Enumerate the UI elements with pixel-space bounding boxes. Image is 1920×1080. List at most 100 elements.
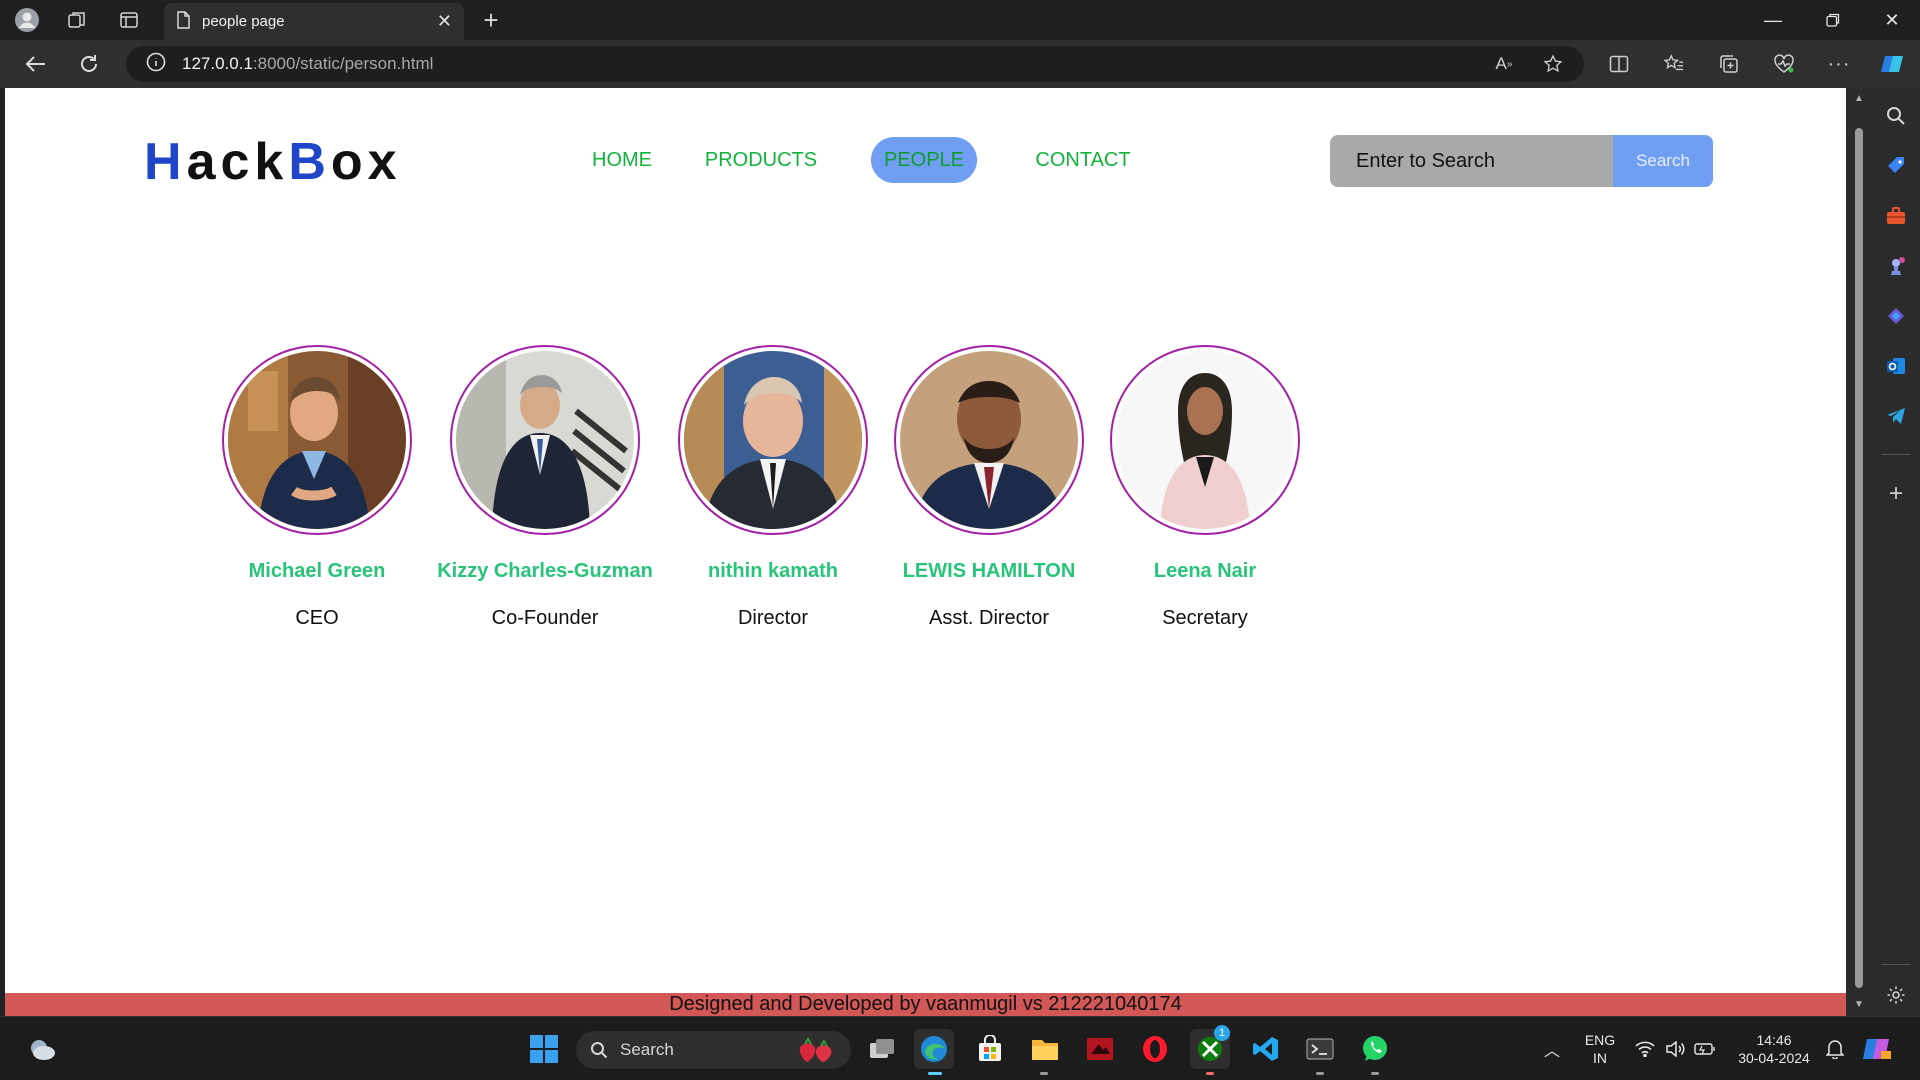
sidebar-divider bbox=[1882, 454, 1910, 455]
taskbar-search-label: Search bbox=[620, 1040, 674, 1059]
browser-tab-bar: people page ✕ + — ✕ bbox=[0, 0, 1920, 40]
person-photo bbox=[1116, 351, 1294, 529]
read-aloud-icon[interactable]: A» bbox=[1487, 46, 1521, 82]
weather-widget-icon[interactable] bbox=[22, 1029, 62, 1069]
refresh-icon[interactable] bbox=[72, 48, 106, 80]
start-windows-icon[interactable] bbox=[524, 1029, 564, 1069]
address-bar[interactable]: 127.0.0.1:8000/static/person.html bbox=[126, 46, 1584, 82]
person-name: LEWIS HAMILTON bbox=[902, 560, 1076, 582]
new-tab-icon[interactable]: + bbox=[476, 5, 506, 35]
person-role: Secretary bbox=[1162, 607, 1248, 629]
language-indicator[interactable]: ENG IN bbox=[1578, 1031, 1622, 1067]
person-role: CEO bbox=[295, 607, 339, 629]
page-scrollbar[interactable]: ▲ ▼ bbox=[1846, 88, 1872, 1016]
person-card: Leena Nair Secretary bbox=[1090, 345, 1320, 630]
person-card: Michael Green CEO bbox=[202, 345, 432, 630]
workspaces-icon[interactable] bbox=[62, 6, 92, 34]
scroll-thumb[interactable] bbox=[1855, 128, 1863, 988]
whatsapp-icon[interactable] bbox=[1355, 1029, 1395, 1075]
file-explorer-icon[interactable] bbox=[1025, 1029, 1065, 1075]
avatar-ring bbox=[678, 345, 868, 535]
telegram-send-icon[interactable] bbox=[1882, 402, 1910, 430]
clock[interactable]: 14:46 30-04-2024 bbox=[1734, 1031, 1814, 1067]
games-chess-icon[interactable] bbox=[1882, 252, 1910, 280]
person-photo bbox=[228, 351, 406, 529]
nav-home[interactable]: HOME bbox=[575, 137, 669, 183]
tools-briefcase-icon[interactable] bbox=[1882, 202, 1910, 230]
close-window-icon[interactable]: ✕ bbox=[1864, 0, 1920, 40]
person-card: LEWIS HAMILTON Asst. Director bbox=[874, 345, 1104, 630]
windows-taskbar: Search 1 ︿ ENG IN 14:46 30-04-2024 bbox=[0, 1016, 1920, 1080]
wifi-icon[interactable] bbox=[1630, 1029, 1660, 1069]
search-input[interactable] bbox=[1330, 135, 1613, 187]
back-arrow-icon[interactable] bbox=[18, 48, 52, 80]
close-tab-icon[interactable]: ✕ bbox=[437, 11, 452, 32]
vscode-icon[interactable] bbox=[1246, 1029, 1286, 1069]
outlook-icon[interactable] bbox=[1882, 352, 1910, 380]
add-icon[interactable]: + bbox=[1882, 480, 1910, 508]
url-text: 127.0.0.1:8000/static/person.html bbox=[182, 54, 434, 73]
settings-gear-icon[interactable] bbox=[1882, 981, 1910, 1009]
favorites-icon[interactable] bbox=[1657, 46, 1691, 82]
edge-browser-icon[interactable] bbox=[914, 1029, 954, 1075]
page-icon bbox=[176, 10, 190, 33]
tab-title: people page bbox=[202, 13, 285, 30]
microsoft-store-icon[interactable] bbox=[970, 1029, 1010, 1069]
person-name: nithin kamath bbox=[707, 560, 838, 582]
avatar-ring bbox=[1110, 345, 1300, 535]
volume-icon[interactable] bbox=[1660, 1029, 1690, 1069]
page-viewport: HackBox HOME PRODUCTS PEOPLE CONTACT Sea… bbox=[5, 88, 1846, 1016]
shopping-tag-icon[interactable] bbox=[1882, 152, 1910, 180]
taskbar-search[interactable]: Search bbox=[576, 1031, 851, 1069]
copilot-icon[interactable] bbox=[1876, 46, 1910, 82]
person-photo bbox=[684, 351, 862, 529]
minimize-icon[interactable]: — bbox=[1745, 0, 1801, 40]
edge-sidebar: + bbox=[1872, 88, 1920, 1016]
nav-products[interactable]: PRODUCTS bbox=[693, 137, 829, 183]
person-card: Kizzy Charles-Guzman Co-Founder bbox=[430, 345, 660, 630]
battery-icon[interactable] bbox=[1690, 1029, 1720, 1069]
favorite-star-icon[interactable] bbox=[1536, 46, 1570, 82]
opera-browser-icon[interactable] bbox=[1135, 1029, 1175, 1069]
search-button[interactable]: Search bbox=[1613, 135, 1713, 187]
page-footer: Designed and Developed by vaanmugil vs 2… bbox=[5, 993, 1846, 1016]
search-box: Search bbox=[1330, 135, 1713, 187]
person-role: Director bbox=[737, 607, 808, 629]
restore-icon[interactable] bbox=[1805, 0, 1861, 40]
collections-icon[interactable] bbox=[1712, 46, 1746, 82]
xbox-notification-badge: 1 bbox=[1214, 1025, 1230, 1041]
hackbox-logo[interactable]: HackBox bbox=[144, 132, 402, 192]
scroll-up-arrow-icon[interactable]: ▲ bbox=[1853, 94, 1865, 104]
search-icon[interactable] bbox=[1882, 102, 1910, 130]
more-options-icon[interactable]: ··· bbox=[1822, 46, 1856, 82]
avatar-ring bbox=[450, 345, 640, 535]
sidebar-divider bbox=[1882, 964, 1910, 965]
notification-bell-icon[interactable] bbox=[1818, 1029, 1852, 1069]
person-name: Kizzy Charles-Guzman bbox=[437, 560, 653, 582]
xbox-icon[interactable]: 1 bbox=[1190, 1025, 1230, 1075]
person-name: Leena Nair bbox=[1153, 560, 1257, 582]
red-app-icon[interactable] bbox=[1080, 1029, 1120, 1069]
clock-time: 14:46 bbox=[1756, 1032, 1792, 1048]
search-icon bbox=[591, 1042, 608, 1059]
person-photo bbox=[456, 351, 634, 529]
nav-contact[interactable]: CONTACT bbox=[1023, 137, 1143, 183]
terminal-icon[interactable] bbox=[1300, 1029, 1340, 1075]
copilot-taskbar-icon[interactable] bbox=[1860, 1029, 1896, 1069]
tab-actions-icon[interactable] bbox=[114, 6, 144, 34]
active-tab[interactable]: people page ✕ bbox=[164, 3, 464, 40]
site-info-icon[interactable] bbox=[146, 52, 166, 77]
browser-toolbar: 127.0.0.1:8000/static/person.html A» ··· bbox=[0, 40, 1920, 88]
nav-people[interactable]: PEOPLE bbox=[871, 137, 977, 183]
split-screen-icon[interactable] bbox=[1602, 46, 1636, 82]
clock-date: 30-04-2024 bbox=[1738, 1050, 1810, 1066]
profile-icon[interactable] bbox=[12, 6, 42, 34]
avatar-ring bbox=[222, 345, 412, 535]
person-role: Asst. Director bbox=[928, 607, 1050, 629]
copilot-app-icon[interactable] bbox=[1882, 302, 1910, 330]
avatar-ring bbox=[894, 345, 1084, 535]
task-view-icon[interactable] bbox=[862, 1029, 902, 1069]
scroll-down-arrow-icon[interactable]: ▼ bbox=[1853, 1000, 1865, 1010]
chevron-up-icon[interactable]: ︿ bbox=[1532, 1029, 1572, 1069]
browser-essentials-icon[interactable] bbox=[1767, 46, 1801, 82]
